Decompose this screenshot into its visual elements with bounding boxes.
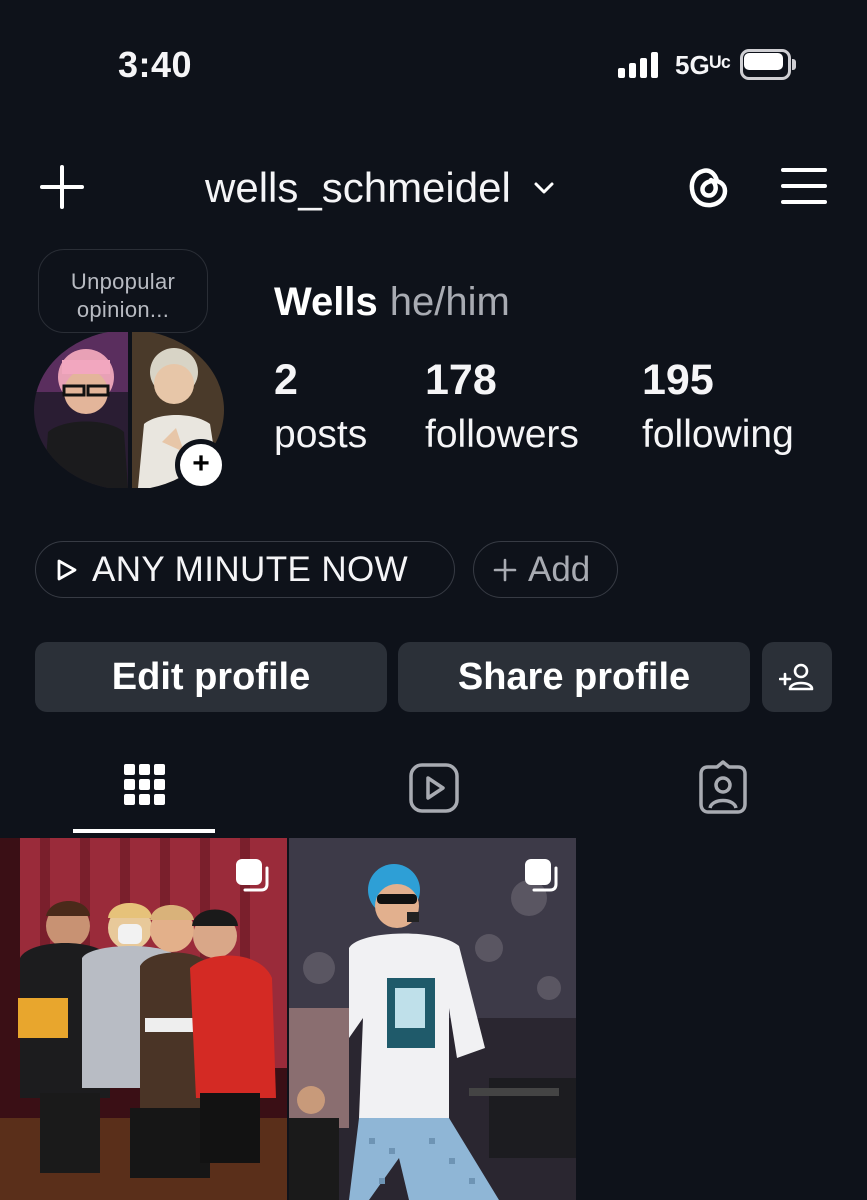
pronouns: he/him [389, 280, 510, 324]
add-label: Add [528, 549, 591, 589]
note-bubble[interactable]: Unpopular opinion... [38, 249, 208, 333]
posts-count: 2 [274, 356, 298, 404]
highlight-label: ANY MINUTE NOW [92, 549, 409, 589]
account-switcher[interactable]: wells_schmeidel [205, 160, 555, 216]
multi-photo-icon [525, 859, 558, 892]
following-count: 195 [642, 356, 714, 404]
edit-profile-button[interactable]: Edit profile [35, 642, 387, 712]
stat-posts[interactable]: 2 posts [274, 356, 367, 457]
highlight-any-minute-now[interactable]: ANY MINUTE NOW [35, 541, 455, 598]
grid-icon[interactable] [115, 758, 175, 818]
display-name: Wells he/him [274, 280, 510, 325]
share-profile-button[interactable]: Share profile [398, 642, 750, 712]
post-thumbnail[interactable] [0, 838, 287, 1200]
status-time: 3:40 [118, 44, 193, 85]
add-highlight-button[interactable]: Add [473, 541, 618, 598]
discover-people-button[interactable] [762, 642, 832, 712]
following-label: following [642, 413, 794, 456]
threads-icon[interactable] [684, 163, 732, 211]
posts-label: posts [274, 413, 368, 456]
stat-following[interactable]: 195 following [642, 356, 794, 457]
plus-icon [493, 558, 517, 581]
plus-icon: + [192, 447, 210, 480]
add-story-button[interactable]: + [175, 439, 227, 491]
followers-count: 178 [425, 356, 497, 404]
reels-icon[interactable] [404, 758, 464, 818]
add-person-icon [779, 663, 814, 691]
multi-photo-icon [236, 859, 269, 892]
name-text: Wells [274, 280, 378, 324]
network-label: 5Gᵁᶜ [675, 50, 731, 80]
note-line-2: opinion... [76, 297, 170, 322]
menu-icon[interactable] [781, 166, 829, 206]
note-line-1: Unpopular [70, 269, 176, 294]
active-tab-indicator [73, 829, 215, 833]
play-icon [57, 559, 77, 580]
stat-followers[interactable]: 178 followers [425, 356, 579, 457]
tagged-icon[interactable] [693, 758, 753, 818]
post-thumbnail[interactable] [289, 838, 576, 1200]
signal-icon [618, 52, 662, 78]
status-bar: 3:40 5Gᵁᶜ [0, 0, 867, 120]
username: wells_schmeidel [205, 164, 511, 211]
followers-label: followers [425, 413, 579, 456]
create-icon[interactable] [38, 163, 86, 211]
battery-icon [740, 49, 796, 80]
chevron-down-icon [534, 182, 554, 194]
